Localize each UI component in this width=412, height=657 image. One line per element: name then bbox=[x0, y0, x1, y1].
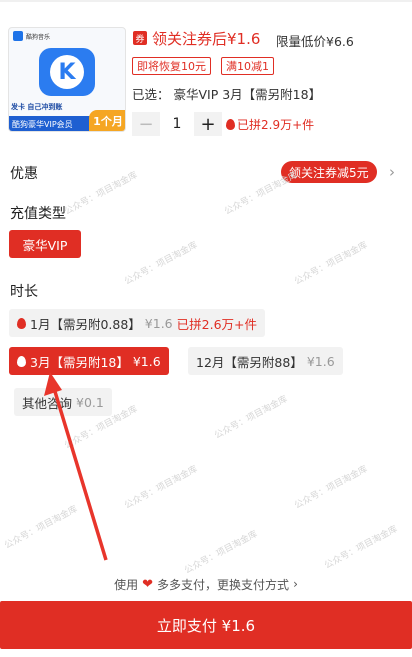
chevron-right-icon: › bbox=[293, 577, 298, 591]
payment-prefix: 使用 bbox=[114, 577, 139, 592]
payment-method-row[interactable]: 使用 ❤ 多多支付，更换支付方式 › bbox=[0, 574, 412, 594]
annotation-arrow bbox=[44, 372, 108, 561]
heart-icon: ❤ bbox=[142, 576, 154, 592]
payment-method-text: 多多支付，更换支付方式 bbox=[157, 577, 290, 592]
arrow-head bbox=[44, 372, 62, 396]
arrow-shaft bbox=[51, 384, 108, 561]
pay-now-button[interactable]: 立即支付 ¥1.6 bbox=[0, 601, 412, 649]
